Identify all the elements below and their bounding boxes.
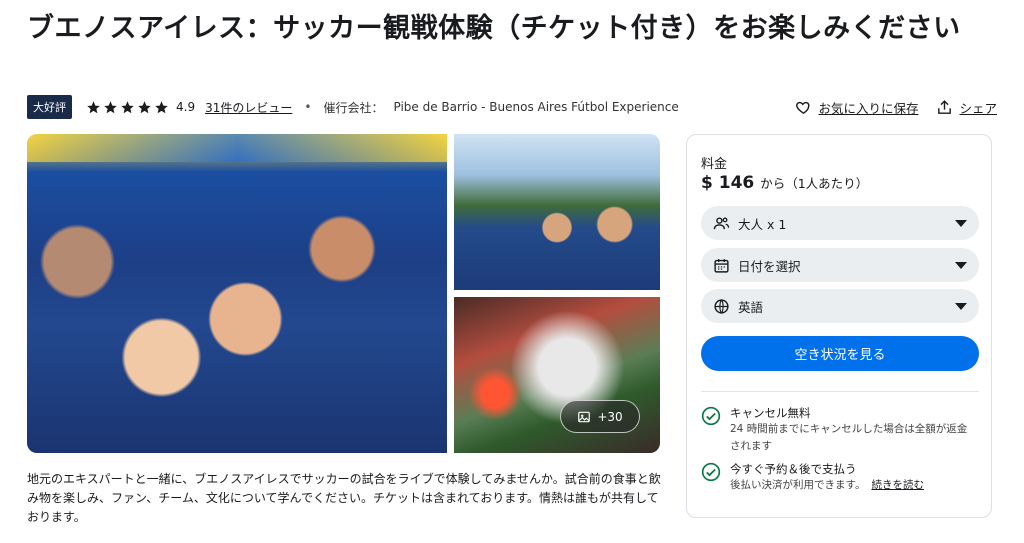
participants-value: 大人 x 1 <box>738 216 787 232</box>
share-button[interactable]: シェア <box>936 98 997 117</box>
meta-separator: • <box>304 100 312 114</box>
rating-badge: 大好評 <box>27 95 72 119</box>
check-circle-icon <box>701 406 721 426</box>
main-photo[interactable] <box>27 134 447 453</box>
feature-subtitle: 後払い決済が利用できます。 <box>730 479 866 491</box>
caret-down-icon <box>955 302 967 310</box>
globe-icon <box>714 298 729 314</box>
star-icon <box>138 100 151 113</box>
feature-title: キャンセル無料 <box>730 406 811 420</box>
organizer-name: Pibe de Barrio - Buenos Aires Fútbol Exp… <box>393 100 679 114</box>
caret-down-icon <box>955 219 967 227</box>
check-availability-button[interactable]: 空き状況を見る <box>701 336 979 371</box>
header-actions: お気に入りに保存 シェア <box>777 98 997 117</box>
users-icon <box>713 216 730 229</box>
feature-title: 今すぐ予約＆後で支払う <box>730 462 857 476</box>
star-icon <box>155 100 168 113</box>
check-circle-icon <box>701 462 721 482</box>
image-icon <box>578 411 591 422</box>
more-photos-count: +30 <box>597 409 623 424</box>
language-select[interactable]: 英語 <box>701 289 979 323</box>
organizer-label: 催行会社： <box>323 100 384 115</box>
feature-subtitle: 24 時間前までにキャンセルした場合は全額が返金されます <box>730 423 968 452</box>
more-photos-button[interactable]: +30 <box>560 400 640 433</box>
rating-value: 4.9 <box>176 100 196 114</box>
panel-divider <box>701 391 979 392</box>
wishlist-label: お気に入りに保存 <box>818 100 919 116</box>
calendar-icon <box>714 258 729 273</box>
price-suffix: から（1人あたり） <box>760 176 869 191</box>
feature-free-cancellation: キャンセル無料 24 時間前までにキャンセルした場合は全額が返金されます <box>701 405 976 455</box>
gallery-photo-stadium[interactable] <box>454 134 660 290</box>
feature-subtitle-line: 後払い決済が利用できます。 続きを読む <box>730 477 976 494</box>
star-icon <box>104 100 117 113</box>
date-select[interactable]: 日付を選択 <box>701 248 979 282</box>
price-value: $ 146 <box>701 173 755 193</box>
star-icon <box>87 100 100 113</box>
reviews-link[interactable]: 31件のレビュー <box>205 99 292 116</box>
wishlist-button[interactable]: お気に入りに保存 <box>795 98 918 117</box>
feature-reserve-now: 今すぐ予約＆後で支払う 後払い決済が利用できます。 続きを読む <box>701 461 976 494</box>
read-more-link[interactable]: 続きを読む <box>871 479 924 491</box>
heart-icon <box>796 101 810 114</box>
star-icon <box>121 100 134 113</box>
caret-down-icon <box>955 261 967 269</box>
page-title: ブエノスアイレス：サッカー観戦体験（チケット付き）をお楽しみください <box>27 13 961 44</box>
date-value: 日付を選択 <box>738 258 801 274</box>
share-icon <box>938 99 952 114</box>
share-label: シェア <box>959 100 997 116</box>
activity-description: 地元のエキスパートと一緒に、ブエノスアイレスでサッカーの試合をライブで体験してみ… <box>27 472 661 524</box>
participants-select[interactable]: 大人 x 1 <box>701 206 979 240</box>
star-rating <box>86 100 171 115</box>
price-label: 料金 <box>701 157 728 172</box>
booking-panel: 料金 $ 146 から（1人あたり） 大人 x 1 日付を選択 英語 空き状況を… <box>686 134 992 518</box>
price-line: $ 146 から（1人あたり） <box>701 173 868 193</box>
activity-meta: 大好評 4.9 31件のレビュー • 催行会社： Pibe de Barrio … <box>27 95 997 119</box>
language-value: 英語 <box>738 299 764 315</box>
